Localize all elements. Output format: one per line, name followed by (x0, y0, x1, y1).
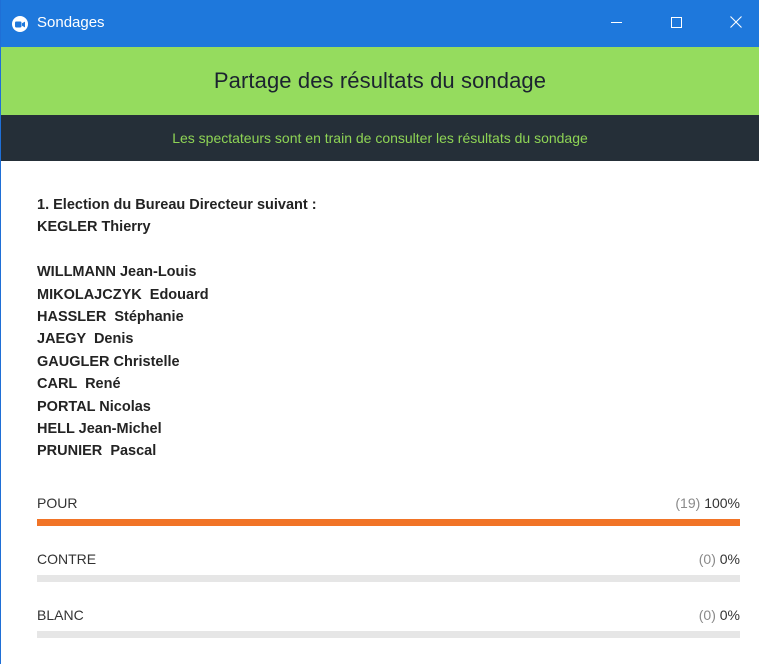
answer-stats: (0) 0% (699, 551, 740, 567)
answer-count: (19) (675, 495, 701, 511)
minimize-button[interactable] (593, 0, 639, 47)
close-button[interactable] (713, 0, 759, 47)
answer-pour: POUR (19) 100% (37, 495, 740, 526)
question-line: PORTAL Nicolas (37, 398, 151, 415)
question-line: HELL Jean-Michel (37, 421, 162, 438)
question-line: PRUNIER Pascal (37, 443, 157, 460)
poll-question: 1. Election du Bureau Directeur suivant … (37, 194, 717, 463)
question-line: HASSLER Stéphanie (37, 309, 184, 326)
question-line: KEGLER Thierry (37, 219, 151, 236)
polls-window: Sondages Partage des résultats du sondag… (0, 0, 759, 664)
minimize-icon (610, 15, 622, 33)
answer-contre: CONTRE (0) 0% (37, 551, 740, 582)
answer-percent: 0% (719, 607, 740, 623)
answer-percent: 100% (704, 495, 740, 511)
answer-blanc: BLANC (0) 0% (37, 607, 740, 638)
answer-label: BLANC (37, 607, 84, 623)
zoom-camera-icon (12, 16, 28, 32)
question-line: GAUGLER Christelle (37, 353, 180, 370)
answer-count: (0) (698, 551, 716, 567)
question-line (37, 239, 717, 261)
maximize-button[interactable] (653, 0, 699, 47)
answer-percent: 0% (719, 551, 740, 567)
close-icon (730, 15, 742, 33)
viewer-status-text: Les spectateurs sont en train de consult… (172, 130, 588, 146)
answer-count: (0) (698, 607, 716, 623)
result-bar-track (37, 519, 740, 526)
result-bar-fill (37, 519, 740, 526)
answer-stats: (0) 0% (699, 607, 740, 623)
question-line: JAEGY Denis (37, 331, 134, 348)
question-line: CARL René (37, 376, 121, 393)
maximize-icon (670, 15, 682, 33)
question-line: 1. Election du Bureau Directeur suivant … (37, 197, 317, 213)
answer-stats: (19) 100% (675, 495, 740, 511)
question-line: MIKOLAJCZYK Edouard (37, 286, 209, 303)
answer-label: POUR (37, 495, 78, 511)
window-title: Sondages (37, 14, 105, 31)
result-bar-track (37, 631, 740, 638)
result-bar-track (37, 575, 740, 582)
question-line: WILLMANN Jean-Louis (37, 264, 197, 281)
title-bar[interactable]: Sondages (1, 0, 759, 47)
answer-label: CONTRE (37, 551, 97, 567)
share-results-header: Partage des résultats du sondage (1, 47, 759, 115)
viewer-status-banner: Les spectateurs sont en train de consult… (1, 115, 759, 161)
share-results-title: Partage des résultats du sondage (213, 68, 547, 93)
